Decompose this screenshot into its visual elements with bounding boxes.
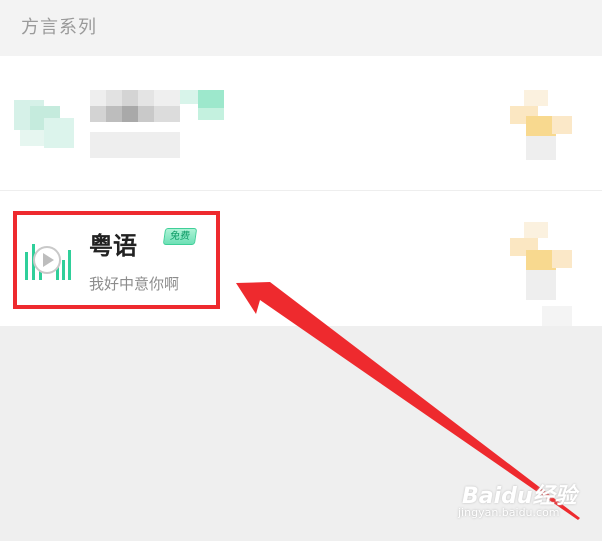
blurred-download-icon-2[interactable]: [506, 222, 582, 326]
watermark-sub: jingyan.baidu.com: [458, 506, 560, 519]
watermark: Baidu经验 jingyan.baidu.com: [458, 476, 588, 526]
section-header: 方言系列: [0, 0, 602, 56]
highlight-box: [13, 211, 220, 309]
blurred-download-icon[interactable]: [506, 90, 582, 190]
blurred-item-icon: [0, 56, 90, 190]
section-title: 方言系列: [21, 17, 97, 38]
blurred-item-title: [90, 90, 230, 160]
list-item-blurred[interactable]: [0, 56, 602, 190]
